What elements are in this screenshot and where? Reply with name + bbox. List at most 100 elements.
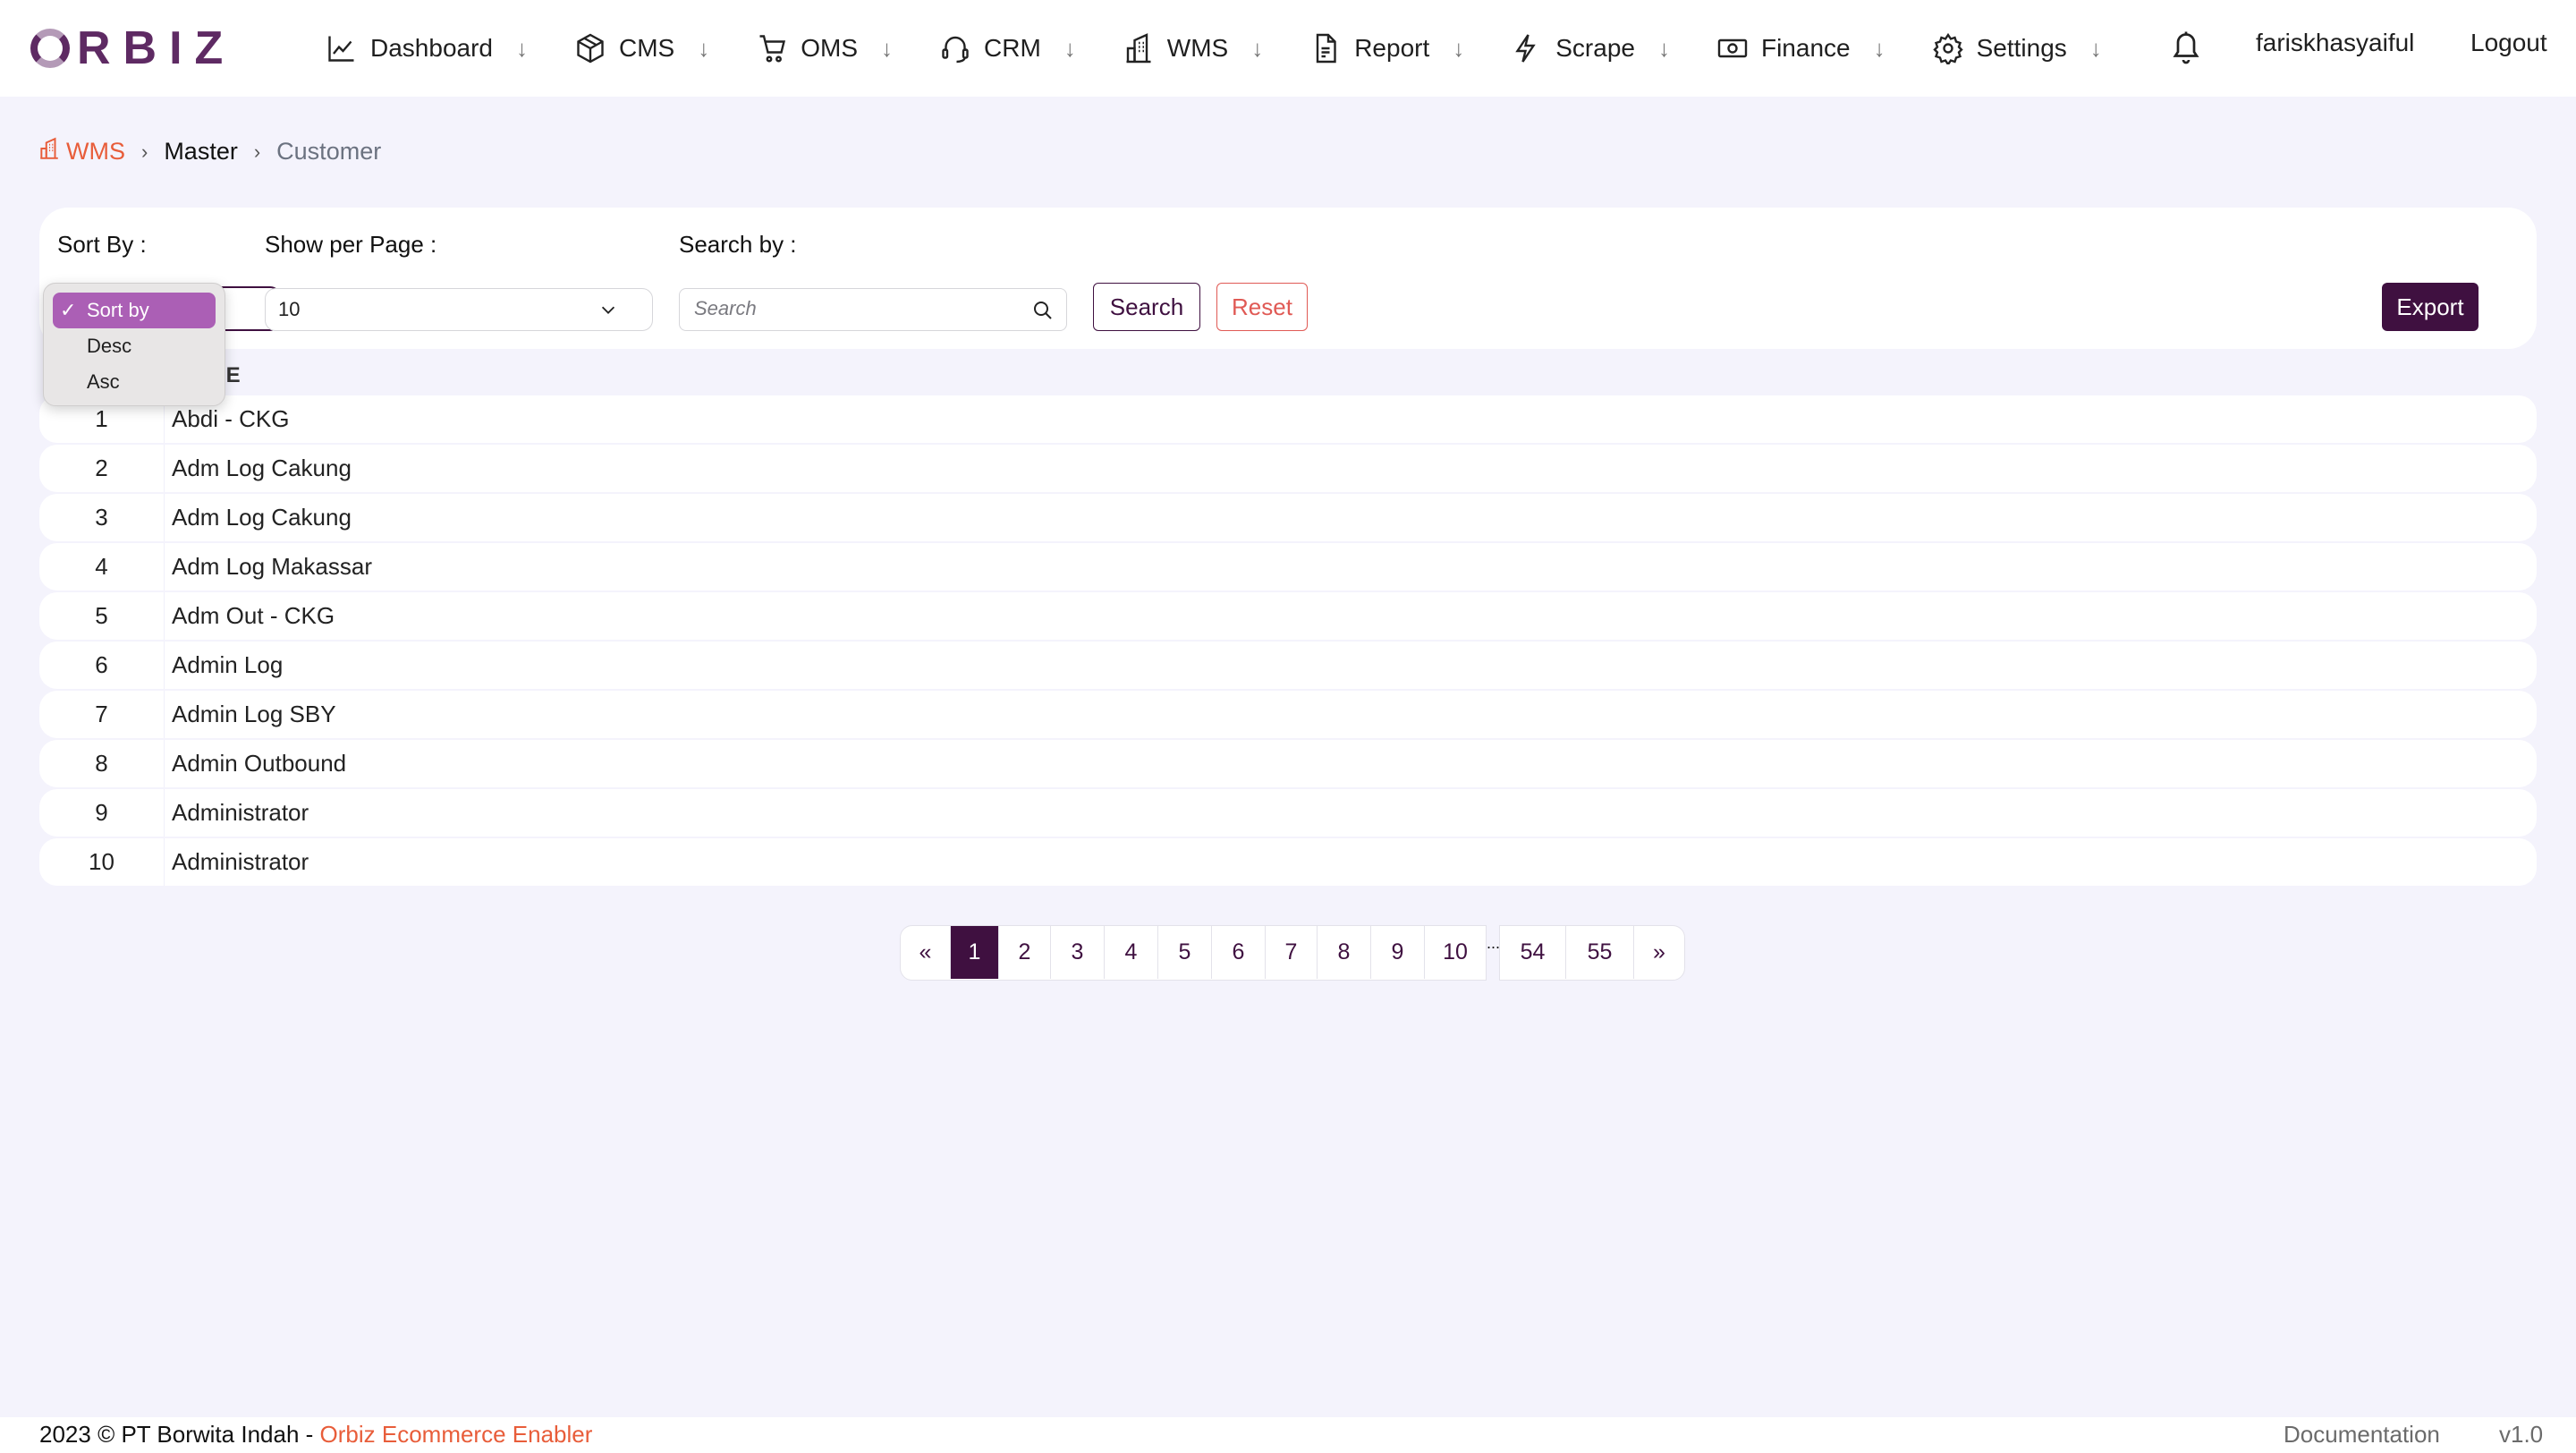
document-icon (1317, 33, 1336, 64)
pagination-page[interactable]: 3 (1051, 926, 1105, 979)
chevron-right-icon: › (253, 140, 261, 163)
table-row[interactable]: 6 Admin Log (39, 642, 2537, 689)
sort-option-desc[interactable]: Desc (53, 328, 216, 364)
per-page-label: Show per Page : (265, 231, 437, 258)
pagination-page[interactable]: 2 (999, 926, 1051, 979)
filter-card: Sort By : Show per Page : Search by : 10… (39, 208, 2537, 349)
customer-name: Admin Outbound (172, 750, 347, 777)
pagination-next[interactable]: » (1634, 926, 1684, 979)
customer-name: Adm Log Cakung (172, 455, 352, 481)
nav-label: CRM (984, 34, 1041, 62)
export-button[interactable]: Export (2382, 283, 2479, 331)
arrow-down-icon: ↓ (1251, 34, 1264, 62)
search-by-label: Search by : (679, 231, 797, 258)
table-row[interactable]: 7 Admin Log SBY (39, 691, 2537, 738)
breadcrumb-wms[interactable]: WMS (66, 138, 125, 166)
table-row[interactable]: 2 Adm Log Cakung (39, 445, 2537, 492)
nav-label: CMS (618, 34, 675, 62)
gear-icon (1932, 32, 1963, 64)
table-row[interactable]: 5 Adm Out - CKG (39, 592, 2537, 640)
row-number: 4 (39, 543, 165, 591)
footer: 2023 © PT Borwita Indah - Orbiz Ecommerc… (0, 1417, 2576, 1453)
pagination-group: «1 2 3 4 5 6 7 8 9 10 (900, 925, 1487, 981)
search-button[interactable]: Search (1093, 283, 1200, 331)
search-input[interactable] (694, 289, 1016, 328)
table-row[interactable]: 4 Adm Log Makassar (39, 543, 2537, 591)
documentation-link[interactable]: Documentation (2284, 1421, 2440, 1449)
lightning-icon (1515, 34, 1536, 63)
arrow-down-icon: ↓ (881, 34, 893, 62)
pagination-page[interactable]: 7 (1266, 926, 1318, 979)
row-number: 3 (39, 494, 165, 541)
cart-icon (759, 35, 786, 63)
nav-label: Report (1354, 34, 1430, 62)
row-number: 7 (39, 691, 165, 738)
nav-item-settings[interactable]: Settings ↓ (1932, 32, 2102, 64)
customer-name: Administrator (172, 799, 309, 826)
option-label: Asc (87, 370, 120, 393)
nav-item-oms[interactable]: OMS ↓ (756, 32, 893, 64)
table-row[interactable]: 1 Abdi - CKG (39, 395, 2537, 443)
orbiz-logo[interactable]: RBIZ (30, 22, 235, 74)
per-page-select[interactable]: 10 (265, 288, 653, 331)
chart-line-icon (328, 36, 354, 62)
pagination-ellipsis: ... (1487, 934, 1501, 952)
nav-item-crm[interactable]: CRM ↓ (939, 32, 1076, 64)
logo-ring-icon (30, 29, 70, 68)
table-row[interactable]: 8 Admin Outbound (39, 740, 2537, 787)
nav-item-wms[interactable]: WMS ↓ (1123, 32, 1263, 64)
arrow-down-icon: ↓ (1873, 34, 1885, 62)
search-field[interactable] (679, 288, 1067, 331)
pagination-page[interactable]: 10 (1425, 926, 1486, 979)
customer-name: Adm Log Makassar (172, 553, 372, 580)
customer-name: Admin Log SBY (172, 701, 336, 727)
chevron-right-icon: › (140, 140, 148, 163)
sort-dropdown-list: ✓ Sort by Desc Asc (43, 283, 225, 406)
breadcrumb-current: Customer (276, 138, 382, 165)
nav-item-report[interactable]: Report ↓ (1309, 32, 1464, 64)
pagination-page[interactable]: 6 (1212, 926, 1266, 979)
arrow-down-icon: ↓ (1657, 34, 1670, 62)
pagination-page[interactable]: 1 (951, 926, 999, 979)
chevron-down-icon (601, 306, 615, 314)
footer-copyright: 2023 © PT Borwita Indah - Orbiz Ecommerc… (39, 1421, 592, 1449)
pagination-page[interactable]: 8 (1318, 926, 1371, 979)
copyright-text: 2023 © PT Borwita Indah - (39, 1421, 320, 1448)
table-row[interactable]: 9 Administrator (39, 789, 2537, 837)
checkmark-icon: ✓ (60, 299, 77, 321)
reset-button[interactable]: Reset (1216, 283, 1308, 331)
customer-name: Abdi - CKG (172, 405, 290, 432)
table-row[interactable]: 10 Administrator (39, 838, 2537, 886)
search-icon[interactable] (1032, 300, 1054, 321)
option-label: Sort by (87, 299, 149, 321)
breadcrumb-master[interactable]: Master (164, 138, 238, 166)
pagination-page[interactable]: 55 (1566, 926, 1634, 979)
customer-table: NAME 1Abdi - CKG2 Adm Log Cakung 3 Adm Log … (39, 358, 2537, 886)
logout-link[interactable]: Logout (2470, 29, 2547, 57)
nav-menu: Dashboard ↓ CMS ↓ OMS ↓ CRM ↓ WMS ↓ Repo… (326, 0, 2148, 97)
notification-bell[interactable] (2170, 27, 2202, 66)
pagination-page[interactable]: 4 (1105, 926, 1158, 979)
sort-option-asc[interactable]: Asc (53, 364, 216, 400)
pagination-page[interactable]: 5 (1158, 926, 1212, 979)
user-menu[interactable]: fariskhasyaiful (2256, 29, 2414, 57)
sort-option-default[interactable]: ✓ Sort by (53, 293, 216, 328)
row-number: 5 (39, 592, 165, 640)
row-number: 8 (39, 740, 165, 787)
brand-link[interactable]: Orbiz Ecommerce Enabler (320, 1421, 593, 1448)
customer-name: Adm Out - CKG (172, 602, 335, 629)
version-label: v1.0 (2499, 1421, 2544, 1448)
pagination-page[interactable]: 54 (1500, 926, 1566, 979)
nav-item-finance[interactable]: Finance ↓ (1716, 32, 1885, 64)
row-number: 10 (39, 838, 165, 886)
nav-item-dashboard[interactable]: Dashboard ↓ (326, 32, 528, 64)
nav-item-cms[interactable]: CMS ↓ (574, 32, 709, 64)
nav-label: WMS (1166, 34, 1229, 62)
table-row[interactable]: 3 Adm Log Cakung (39, 494, 2537, 541)
pagination-prev[interactable]: « (901, 926, 951, 979)
nav-label: OMS (801, 34, 858, 62)
nav-item-scrape[interactable]: Scrape ↓ (1511, 32, 1670, 64)
breadcrumb: WMS › Master › Customer (38, 136, 381, 167)
pagination-group: 54 55» (1499, 925, 1685, 981)
pagination-page[interactable]: 9 (1371, 926, 1425, 979)
